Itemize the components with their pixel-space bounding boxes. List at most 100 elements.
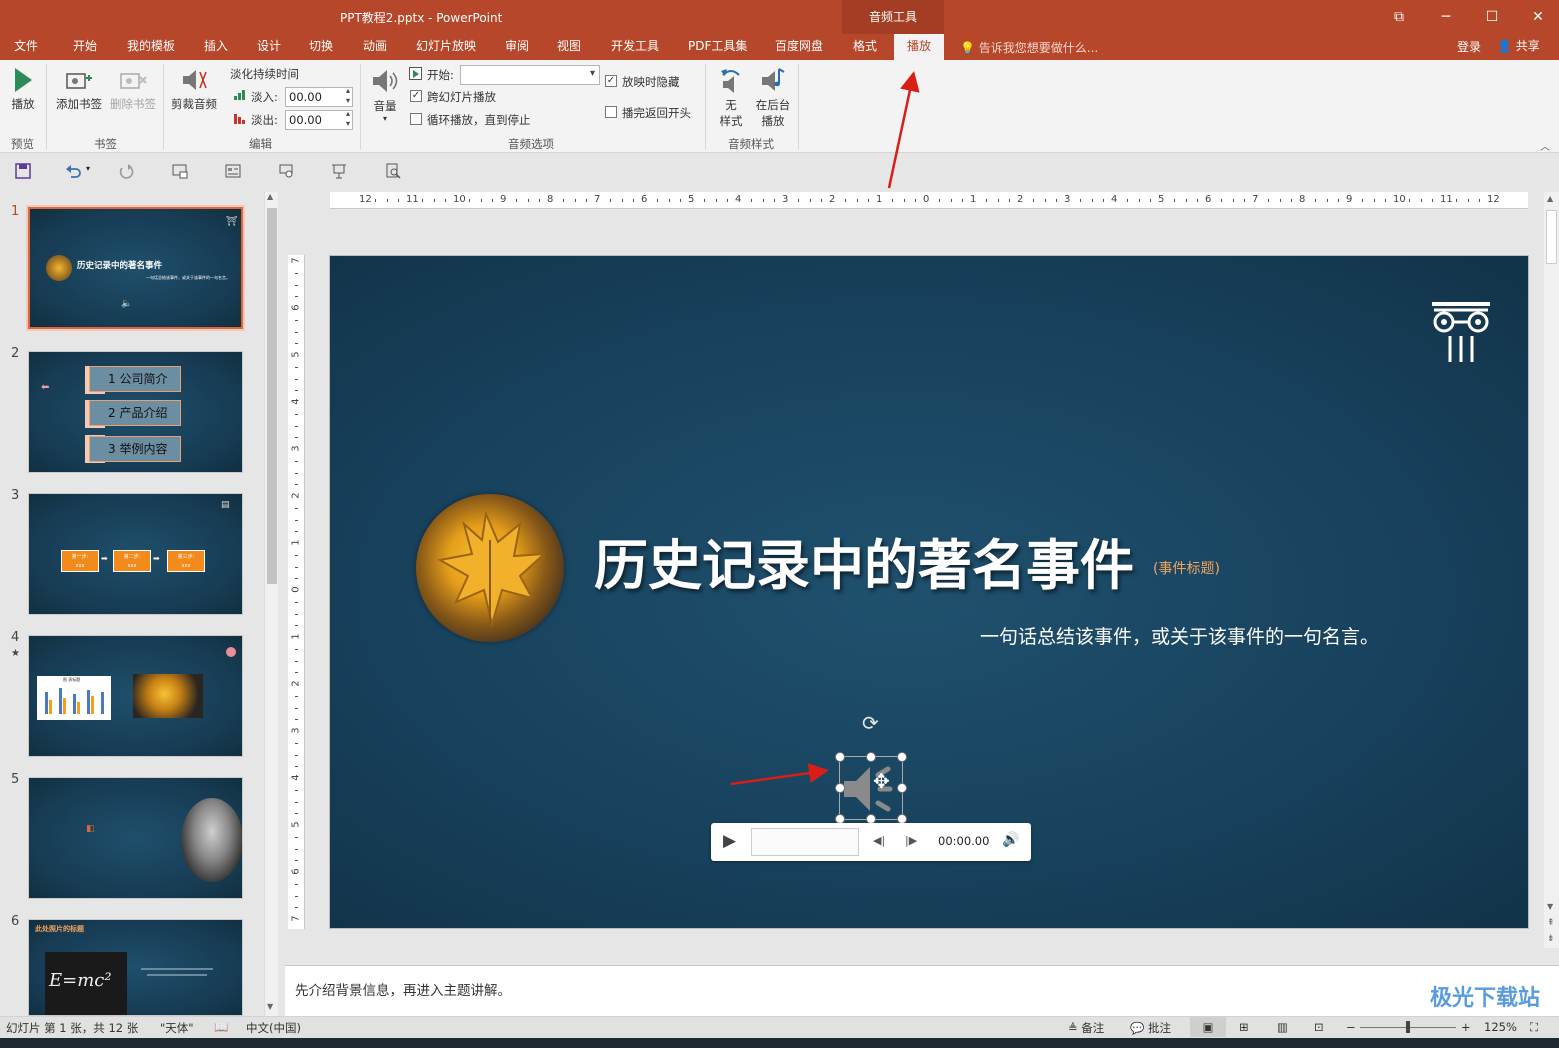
leaf-circle-image[interactable] — [416, 494, 564, 642]
tab-view[interactable]: 视图 — [553, 34, 585, 60]
tab-design[interactable]: 设计 — [253, 34, 285, 60]
login-link[interactable]: 登录 — [1457, 38, 1481, 55]
ruler-tick — [527, 199, 529, 202]
slideshow-view-icon[interactable]: ⊡ — [1314, 1020, 1324, 1034]
fit-slide-icon[interactable]: ⛶ — [1530, 1020, 1538, 1035]
ribbon-display-options-icon[interactable]: ⧉ — [1388, 6, 1410, 28]
skip-back-icon[interactable]: ◀| — [873, 834, 885, 847]
zoom-slider-thumb[interactable] — [1406, 1021, 1410, 1033]
reading-view-icon[interactable]: ▥ — [1277, 1020, 1288, 1034]
share-button[interactable]: 👤 共享 — [1497, 37, 1540, 54]
fade-out-spinner[interactable]: 00.00 — [285, 109, 353, 130]
play-across-slides-checkbox[interactable]: ✓ — [410, 90, 422, 102]
notes-toggle[interactable]: ≜ 备注 — [1068, 1020, 1104, 1036]
loop-checkbox[interactable] — [410, 113, 422, 125]
scroll-down-icon[interactable]: ▼ — [1547, 902, 1553, 911]
hide-during-show-checkbox[interactable]: ✓ — [605, 75, 617, 87]
print-preview-icon[interactable] — [384, 163, 402, 179]
slideshow-icon[interactable] — [330, 163, 348, 179]
tab-developer[interactable]: 开发工具 — [607, 34, 663, 60]
player-play-icon[interactable]: ▶ — [723, 831, 736, 851]
tab-animations[interactable]: 动画 — [359, 34, 391, 60]
skip-forward-icon[interactable]: |▶ — [905, 834, 917, 847]
remove-bookmark-button[interactable]: 删除书签 — [107, 68, 159, 112]
scroll-down-icon[interactable]: ▼ — [267, 1002, 273, 1011]
tab-insert[interactable]: 插入 — [200, 34, 232, 60]
previous-slide-icon[interactable]: ⇞ — [1547, 918, 1555, 928]
rewind-checkbox[interactable] — [605, 106, 617, 118]
scroll-up-icon[interactable]: ▲ — [267, 192, 273, 201]
maximize-icon[interactable]: ☐ — [1481, 6, 1503, 28]
status-bar: 幻灯片 第 1 张，共 12 张 "天体" 📖 中文(中国) ≜ 备注 💬 批注… — [0, 1016, 1559, 1038]
slide-quote[interactable]: 一句话总结该事件，或关于该事件的一句名言。 — [980, 622, 1379, 649]
save-icon[interactable] — [14, 163, 32, 179]
tab-baidu-netdisk[interactable]: 百度网盘 — [771, 34, 827, 60]
undo-icon[interactable] — [64, 163, 82, 179]
column-logo-icon: ⛩ — [226, 217, 238, 227]
slide-thumbnail-2[interactable]: ⬅ 1 公司简介 2 产品介绍 3 举例内容 — [28, 351, 243, 473]
zoom-level[interactable]: 125% — [1484, 1020, 1517, 1034]
scroll-thumb[interactable] — [267, 208, 277, 584]
ruler-tick — [433, 199, 435, 202]
slide-title-tag[interactable]: (事件标题) — [1153, 558, 1220, 578]
undo-dropdown-icon[interactable]: ▾ — [86, 164, 90, 173]
tab-my-templates[interactable]: 我的模板 — [123, 34, 179, 60]
ruler-tick — [515, 199, 517, 202]
collapse-ribbon-icon[interactable]: ︿ — [1540, 138, 1550, 153]
minimize-icon[interactable]: ─ — [1435, 6, 1457, 28]
layout-icon[interactable] — [224, 163, 242, 179]
ruler-tick — [1079, 199, 1081, 202]
zoom-out-icon[interactable]: − — [1346, 1020, 1356, 1034]
from-beginning-icon[interactable] — [171, 163, 189, 179]
slide-thumbnail-5[interactable]: ◧ — [28, 777, 243, 899]
notes-pane[interactable]: 先介绍背景信息，再进入主题讲解。 极光下载站 — [285, 965, 1559, 1016]
notes-text[interactable]: 先介绍背景信息，再进入主题讲解。 — [295, 979, 511, 999]
ruler-tick — [295, 813, 298, 815]
tab-slideshow[interactable]: 幻灯片放映 — [412, 34, 480, 60]
start-dropdown[interactable] — [460, 65, 600, 85]
thumbnails-scrollbar[interactable]: ▲ ▼ — [264, 192, 278, 1016]
tell-me-search[interactable]: 💡 告诉我您想要做什么... — [960, 39, 1098, 56]
ruler-tick — [1244, 199, 1246, 202]
language[interactable]: 中文(中国) — [246, 1020, 301, 1036]
play-button[interactable]: 播放 — [8, 66, 38, 112]
add-bookmark-button[interactable]: 添加书签 — [53, 68, 105, 112]
next-slide-icon[interactable]: ⇟ — [1547, 934, 1555, 944]
player-progress-bar[interactable] — [751, 828, 859, 856]
audio-tools-context-label: 音频工具 — [842, 0, 944, 34]
slide-sorter-icon[interactable]: ⊞ — [1239, 1020, 1249, 1034]
slide-thumbnail-4[interactable]: 图 表标题 — [28, 635, 243, 757]
slide-thumbnail-1[interactable]: 历史记录中的著名事件 一句话总结该事件，或关于该事件的一句名言。 🔈 ⛩ — [26, 205, 245, 331]
editor-scrollbar[interactable]: ▲ ▼ ⇞ ⇟ — [1544, 192, 1559, 948]
spell-check-icon[interactable]: 📖 — [214, 1020, 228, 1034]
volume-button[interactable]: 音量 ▾ — [366, 66, 404, 123]
presenter-icon[interactable] — [277, 163, 295, 179]
text-line — [141, 968, 213, 970]
slide-thumbnail-3[interactable]: 第一步: xxx ➡ 第二步: xxx ➡ 第三步: xxx ▤ — [28, 493, 243, 615]
tab-home[interactable]: 开始 — [69, 34, 101, 60]
calendar-icon: ▤ — [221, 500, 230, 510]
tab-format[interactable]: 格式 — [849, 34, 881, 60]
scroll-up-icon[interactable]: ▲ — [1547, 194, 1553, 203]
comments-toggle[interactable]: 💬 批注 — [1130, 1020, 1171, 1036]
close-icon[interactable]: ✕ — [1527, 6, 1549, 28]
scroll-thumb[interactable] — [1546, 210, 1557, 264]
player-volume-icon[interactable]: 🔊 — [1002, 832, 1019, 848]
normal-view-icon[interactable]: ▣ — [1190, 1017, 1226, 1037]
redo-icon[interactable] — [117, 163, 135, 179]
ruler-tick — [295, 754, 298, 756]
ruler-label: 7 — [1252, 194, 1259, 205]
bar — [49, 700, 52, 714]
watermark-text: 极光下载站 — [1430, 986, 1541, 1011]
slide-thumbnail-6[interactable]: 此处照片的标题 E=mc² — [28, 919, 243, 1016]
tab-pdf-tools[interactable]: PDF工具集 — [684, 34, 751, 60]
zoom-in-icon[interactable]: + — [1461, 1020, 1471, 1034]
ruler-tick — [480, 199, 482, 202]
tab-file[interactable]: 文件 — [10, 34, 42, 60]
tab-playback[interactable]: 播放 — [894, 34, 944, 60]
tab-transitions[interactable]: 切换 — [305, 34, 337, 60]
tab-review[interactable]: 审阅 — [501, 34, 533, 60]
ruler-label: 8 — [1299, 194, 1306, 205]
fade-in-spinner[interactable]: 00.00 — [285, 86, 353, 107]
trim-audio-button[interactable]: 剪裁音频 — [168, 66, 220, 112]
